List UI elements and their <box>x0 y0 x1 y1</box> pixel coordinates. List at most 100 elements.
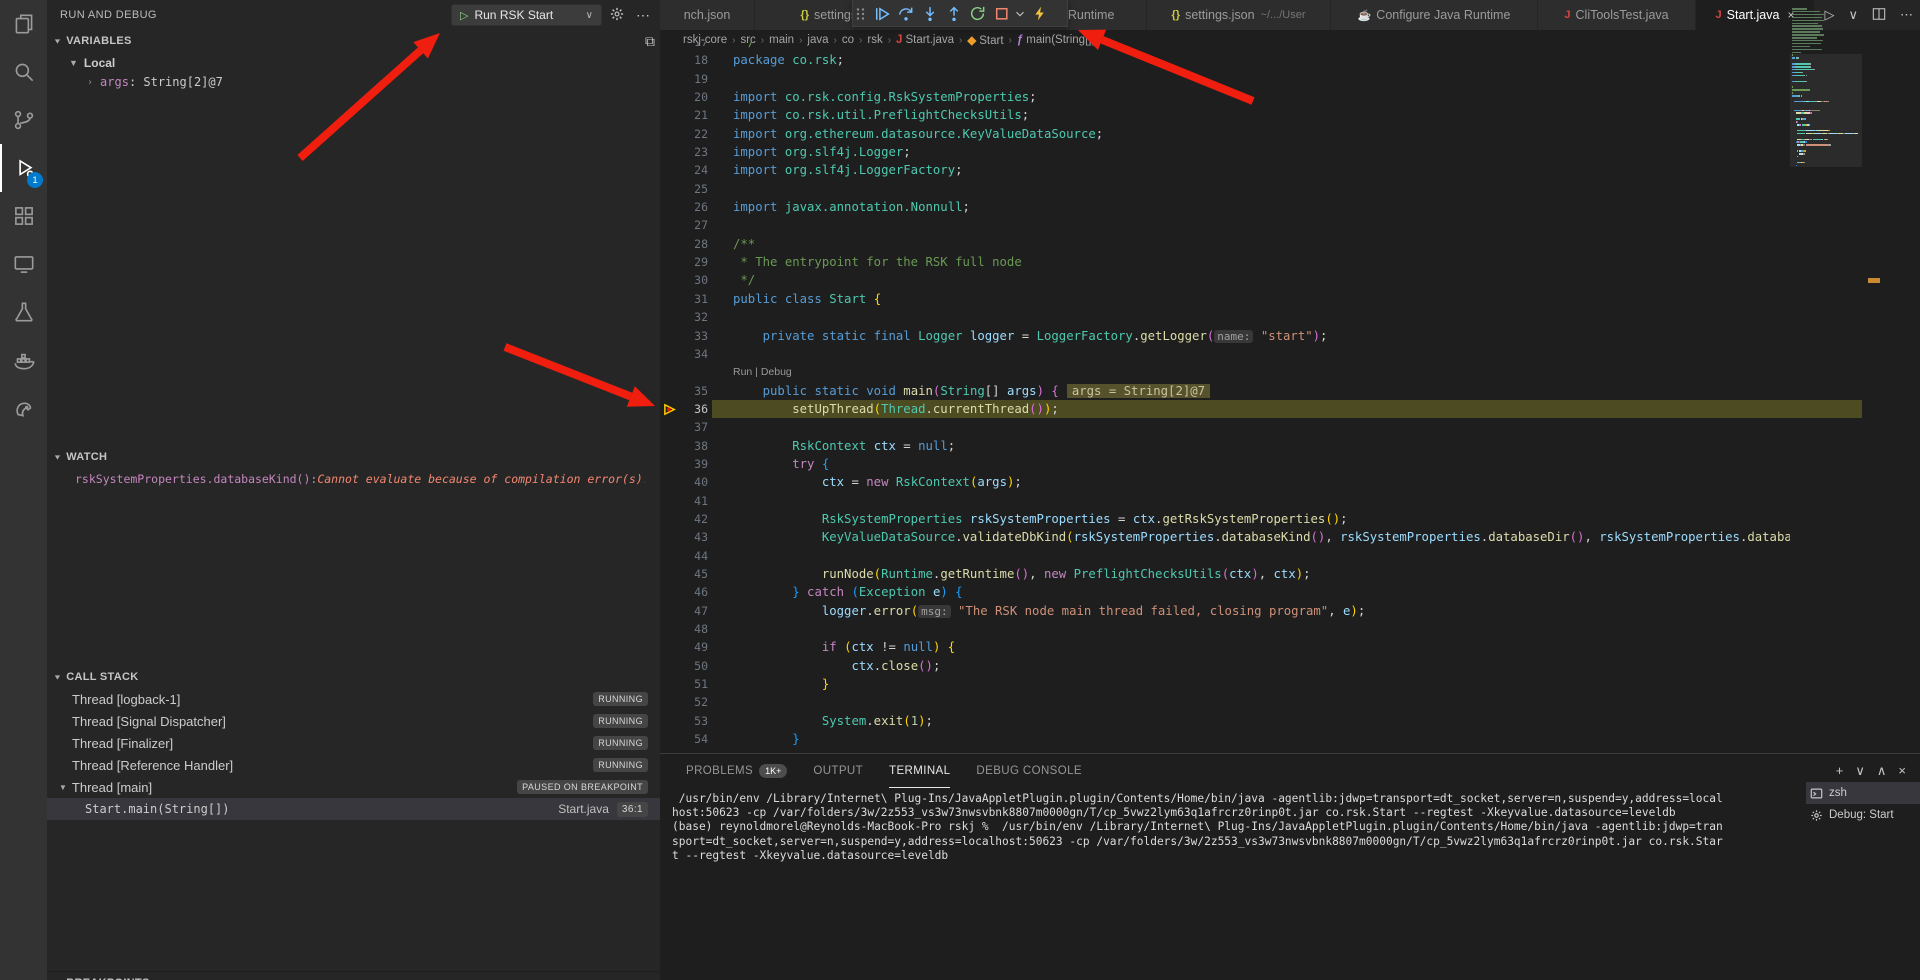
code-line-25[interactable]: 25 <box>660 180 1920 198</box>
tab-clitoolstest-java[interactable]: JCliToolsTest.java <box>1538 0 1696 30</box>
restart-button[interactable] <box>965 1 989 25</box>
code-line-45[interactable]: 45 runNode(Runtime.getRuntime(), new Pre… <box>660 565 1920 583</box>
terminal-dropdown-icon[interactable]: ∨ <box>1855 763 1865 779</box>
editor-scrollbar[interactable] <box>1862 0 1920 753</box>
code-line-17[interactable]: 17 */ <box>660 42 1920 51</box>
continue-button[interactable] <box>869 1 893 25</box>
code-line-22[interactable]: 22import org.ethereum.datasource.KeyValu… <box>660 125 1920 143</box>
code-line-32[interactable]: 32 <box>660 308 1920 326</box>
code-line-42[interactable]: 42 RskSystemProperties rskSystemProperti… <box>660 510 1920 528</box>
gear-icon[interactable] <box>609 7 625 23</box>
terminal-session-zsh[interactable]: zsh <box>1806 782 1920 804</box>
panel-tab-terminal[interactable]: TERMINAL <box>889 754 950 788</box>
thread-row[interactable]: Thread [Signal Dispatcher]RUNNING <box>47 710 660 732</box>
terminal-output[interactable]: /usr/bin/env /Library/Internet\ Plug-Ins… <box>672 792 1800 977</box>
line-number: 45 <box>660 565 708 583</box>
activity-remote-explorer-icon[interactable] <box>0 240 47 288</box>
code-line-46[interactable]: 46 } catch (Exception e) { <box>660 583 1920 601</box>
code-line-53[interactable]: 53 System.exit(1); <box>660 712 1920 730</box>
tab-nch-json[interactable]: nch.json <box>660 0 755 30</box>
code-line-38[interactable]: 38 RskContext ctx = null; <box>660 437 1920 455</box>
code-line-50[interactable]: 50 ctx.close(); <box>660 657 1920 675</box>
activity-testing-icon[interactable] <box>0 288 47 336</box>
code-line-20[interactable]: 20import co.rsk.config.RskSystemProperti… <box>660 88 1920 106</box>
code-line-36[interactable]: 36 setUpThread(Thread.currentThread()); <box>660 400 1920 418</box>
code-line-24[interactable]: 24import org.slf4j.LoggerFactory; <box>660 161 1920 179</box>
new-terminal-icon[interactable]: + <box>1836 763 1844 779</box>
maximize-panel-icon[interactable]: ∧ <box>1877 763 1887 779</box>
code-line-47[interactable]: 47 logger.error(msg: "The RSK node main … <box>660 602 1920 620</box>
tab-configure-java-runtime[interactable]: ☕Configure Java Runtime <box>1331 0 1538 30</box>
thread-row[interactable]: Thread [Reference Handler]RUNNING <box>47 754 660 776</box>
code-line-48[interactable]: 48 <box>660 620 1920 638</box>
code-line-40[interactable]: 40 ctx = new RskContext(args); <box>660 473 1920 491</box>
variable-args-row[interactable]: › args: String[2]@7 <box>87 71 223 93</box>
call-stack-section-header[interactable]: ▼ CALL STACK <box>47 666 660 688</box>
close-panel-icon[interactable]: × <box>1898 763 1906 779</box>
activity-explorer-icon[interactable] <box>0 0 47 48</box>
codelens-run-debug[interactable]: Run | Debug <box>733 363 792 381</box>
code-line-35[interactable]: 35 public static void main(String[] args… <box>660 382 1920 400</box>
activity-extensions-icon[interactable] <box>0 192 47 240</box>
activity-search-icon[interactable] <box>0 48 47 96</box>
grip-handle[interactable] <box>853 1 869 25</box>
breakpoints-section-header[interactable]: ▼ BREAKPOINTS <box>47 971 660 980</box>
line-number: 34 <box>660 345 708 363</box>
code-line-44[interactable]: 44 <box>660 547 1920 565</box>
code-line-21[interactable]: 21import co.rsk.util.PreflightChecksUtil… <box>660 106 1920 124</box>
chevron-down-icon[interactable]: ∨ <box>586 10 593 21</box>
chevron-down-button[interactable] <box>1013 1 1027 25</box>
line-number: 52 <box>660 693 708 711</box>
variables-section-header[interactable]: ▼ VARIABLES <box>47 30 660 52</box>
code-line-54[interactable]: 54 } <box>660 730 1920 748</box>
launch-config-button[interactable]: ▷ Run RSK Start ∨ <box>451 4 602 26</box>
code-line-51[interactable]: 51 } <box>660 675 1920 693</box>
code-line-52[interactable]: 52 <box>660 693 1920 711</box>
code-line-43[interactable]: 43 KeyValueDataSource.validateDbKind(rsk… <box>660 528 1920 546</box>
watch-expression-row[interactable]: rskSystemProperties.databaseKind(): Cann… <box>75 468 645 490</box>
code-line-18[interactable]: 18package co.rsk; <box>660 51 1920 69</box>
line-number: 53 <box>660 712 708 730</box>
run-and-debug-sidebar: RUN AND DEBUG ▷ Run RSK Start ∨ ⋯ ⧉ ▼ VA… <box>47 0 660 980</box>
codelens[interactable]: Run | Debug <box>660 363 1920 381</box>
code-line-28[interactable]: 28/** <box>660 235 1920 253</box>
tab-settings-json[interactable]: {}settings.json~/.../User <box>1147 0 1331 30</box>
line-number: 54 <box>660 730 708 748</box>
thread-row[interactable]: ▼Thread [main]PAUSED ON BREAKPOINT <box>47 776 660 798</box>
panel-tab-debug-console[interactable]: DEBUG CONSOLE <box>976 754 1082 788</box>
step-out-button[interactable] <box>941 1 965 25</box>
code-editor[interactable]: 17 */18package co.rsk;1920import co.rsk.… <box>660 42 1920 753</box>
code-line-30[interactable]: 30 */ <box>660 271 1920 289</box>
stack-frame-row[interactable]: Start.main(String[])Start.java36:1 <box>47 798 660 820</box>
code-line-33[interactable]: 33 private static final Logger logger = … <box>660 327 1920 345</box>
activity-source-control-icon[interactable] <box>0 96 47 144</box>
step-into-button[interactable] <box>917 1 941 25</box>
code-line-29[interactable]: 29 * The entrypoint for the RSK full nod… <box>660 253 1920 271</box>
panel-tab-problems[interactable]: PROBLEMS1K+ <box>686 754 787 788</box>
line-number: 24 <box>660 161 708 179</box>
activity-gradle-icon[interactable] <box>0 384 47 432</box>
hot-code-replace-button[interactable] <box>1027 1 1051 25</box>
more-actions-icon[interactable]: ⋯ <box>635 7 651 23</box>
code-line-19[interactable]: 19 <box>660 70 1920 88</box>
stop-button[interactable] <box>989 1 1013 25</box>
line-number: 39 <box>660 455 708 473</box>
activity-docker-icon[interactable] <box>0 336 47 384</box>
thread-row[interactable]: Thread [logback-1]RUNNING <box>47 688 660 710</box>
code-line-41[interactable]: 41 <box>660 492 1920 510</box>
step-over-button[interactable] <box>893 1 917 25</box>
code-line-39[interactable]: 39 try { <box>660 455 1920 473</box>
minimap[interactable] <box>1790 8 1862 753</box>
code-line-26[interactable]: 26import javax.annotation.Nonnull; <box>660 198 1920 216</box>
code-line-31[interactable]: 31public class Start { <box>660 290 1920 308</box>
thread-row[interactable]: Thread [Finalizer]RUNNING <box>47 732 660 754</box>
terminal-session-debug-start[interactable]: Debug: Start <box>1806 804 1920 826</box>
code-line-49[interactable]: 49 if (ctx != null) { <box>660 638 1920 656</box>
code-line-34[interactable]: 34 <box>660 345 1920 363</box>
code-line-23[interactable]: 23import org.slf4j.Logger; <box>660 143 1920 161</box>
code-line-37[interactable]: 37 <box>660 418 1920 436</box>
activity-run-and-debug-icon[interactable]: 1 <box>0 144 47 192</box>
code-line-27[interactable]: 27 <box>660 216 1920 234</box>
panel-tab-output[interactable]: OUTPUT <box>813 754 863 788</box>
watch-section-header[interactable]: ▼ WATCH <box>47 446 660 468</box>
